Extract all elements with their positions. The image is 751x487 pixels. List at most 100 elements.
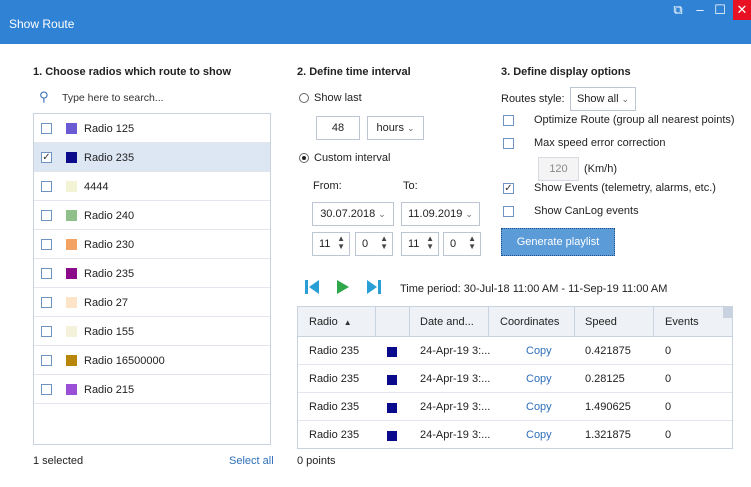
scroll-up-icon[interactable] — [723, 307, 732, 318]
minimize-button[interactable]: – — [693, 2, 707, 18]
copy-link[interactable]: Copy — [526, 429, 552, 441]
route-table[interactable]: Radio ▲ Date and... Coordinates Speed Eve… — [297, 306, 733, 449]
show-last-radio[interactable] — [299, 93, 309, 103]
play-icon[interactable] — [335, 278, 351, 296]
column-header-coordinates[interactable]: Coordinates — [500, 316, 559, 328]
radio-checkbox[interactable] — [41, 123, 52, 134]
routes-style-dropdown[interactable]: Show all ⌄ — [570, 87, 636, 111]
show-last-input[interactable]: 48 — [316, 116, 360, 140]
custom-interval-label: Custom interval — [314, 152, 391, 164]
unit-dropdown-value: hours ⌄ — [368, 122, 423, 134]
radio-checkbox[interactable] — [41, 297, 52, 308]
radio-name: Radio 27 — [84, 297, 129, 309]
maximize-button[interactable]: ☐ — [713, 2, 727, 18]
copy-link[interactable]: Copy — [526, 345, 552, 357]
list-item[interactable]: Radio 235 — [34, 259, 270, 288]
from-hour-stepper[interactable]: 11 ▲ ▼ — [312, 232, 350, 256]
sort-up-icon: ▲ — [343, 318, 352, 327]
list-item[interactable]: Radio 230 — [34, 230, 270, 259]
custom-interval-radio[interactable] — [299, 153, 309, 163]
stepper-arrows-icon[interactable]: ▲ ▼ — [337, 235, 345, 251]
list-item[interactable]: 4444 — [34, 172, 270, 201]
show-canlog-checkbox[interactable] — [503, 206, 514, 217]
cell-radio: Radio 235 — [309, 401, 360, 413]
cell-radio: Radio 235 — [309, 373, 360, 385]
column-header-events[interactable]: Events — [665, 316, 699, 328]
column-header-speed[interactable]: Speed — [585, 316, 617, 328]
to-minute-stepper[interactable]: 0 ▲ ▼ — [443, 232, 481, 256]
stepper-arrows-icon[interactable]: ▲ ▼ — [426, 235, 434, 251]
radio-checkbox[interactable] — [41, 326, 52, 337]
list-item[interactable]: Radio 155 — [34, 317, 270, 346]
radio-checkbox[interactable] — [41, 384, 52, 395]
generate-playlist-button[interactable]: Generate playlist — [501, 228, 615, 256]
window-title: Show Route — [9, 17, 75, 31]
to-date-value: 11.09.2019 — [408, 208, 463, 220]
color-swatch — [66, 152, 77, 163]
color-swatch — [387, 347, 397, 357]
list-item[interactable]: Radio 27 — [34, 288, 270, 317]
radio-checkbox[interactable] — [41, 268, 52, 279]
to-hour-stepper[interactable]: 11 ▲ ▼ — [401, 232, 439, 256]
radio-checkbox[interactable] — [41, 239, 52, 250]
cell-events: 0 — [665, 401, 672, 413]
from-label: From: — [313, 180, 342, 192]
max-speed-input[interactable]: 120 — [538, 157, 579, 181]
skip-back-icon[interactable] — [304, 278, 320, 296]
cell-speed: 1.321875 — [585, 429, 631, 441]
column-header-date[interactable]: Date and... — [420, 316, 474, 328]
table-row[interactable]: Radio 235 24-Apr-19 3:... Copy 0.28125 0 — [298, 365, 732, 393]
chevron-down-icon: ⌄ — [465, 209, 473, 219]
stepper-arrows-icon[interactable]: ▲ ▼ — [380, 235, 388, 251]
list-item[interactable]: ✓ Radio 235 — [34, 143, 270, 172]
stepper-arrows-icon[interactable]: ▲ ▼ — [468, 235, 476, 251]
optimize-route-checkbox[interactable] — [503, 115, 514, 126]
from-date-picker[interactable]: 30.07.2018 ⌄ — [312, 202, 394, 226]
table-row[interactable]: Radio 235 24-Apr-19 3:... Copy 0.421875 0 — [298, 337, 732, 365]
close-button[interactable]: ✕ — [733, 0, 751, 20]
to-date-display: 11.09.2019 ⌄ — [402, 208, 479, 220]
skip-forward-icon[interactable] — [366, 278, 382, 296]
select-all-link[interactable]: Select all — [229, 455, 274, 467]
color-swatch — [66, 239, 77, 250]
radio-search[interactable]: ⚲ Type here to search... — [36, 89, 268, 107]
show-events-checkbox[interactable]: ✓ — [503, 183, 514, 194]
radio-checkbox[interactable] — [41, 355, 52, 366]
from-minute-stepper[interactable]: 0 ▲ ▼ — [355, 232, 393, 256]
show-last-label: Show last — [314, 92, 362, 104]
column-radio-label: Radio — [309, 316, 338, 328]
color-swatch — [66, 268, 77, 279]
max-speed-checkbox[interactable] — [503, 138, 514, 149]
copy-link[interactable]: Copy — [526, 401, 552, 413]
list-item[interactable]: Radio 240 — [34, 201, 270, 230]
time-period-text: Time period: 30-Jul-18 11:00 AM - 11-Sep… — [400, 283, 668, 295]
table-header: Radio ▲ Date and... Coordinates Speed Eve… — [298, 307, 732, 337]
section2-heading: 2. Define time interval — [297, 66, 411, 78]
radio-checkbox[interactable] — [41, 181, 52, 192]
selected-count: 1 selected — [33, 455, 84, 467]
show-events-label: Show Events (telemetry, alarms, etc.) — [534, 182, 716, 194]
color-swatch — [66, 297, 77, 308]
table-row[interactable]: Radio 235 24-Apr-19 3:... Copy 1.321875 0 — [298, 421, 732, 448]
search-input[interactable]: Type here to search... — [62, 92, 164, 104]
popout-icon[interactable]: ⧉ — [671, 2, 685, 18]
color-swatch — [387, 431, 397, 441]
routes-style-value: Show all — [576, 93, 619, 105]
list-item[interactable]: Radio 16500000 — [34, 346, 270, 375]
radio-checkbox[interactable]: ✓ — [41, 152, 52, 163]
radio-name: 4444 — [84, 181, 109, 193]
to-date-picker[interactable]: 11.09.2019 ⌄ — [401, 202, 480, 226]
color-swatch — [66, 123, 77, 134]
unit-dropdown[interactable]: hours ⌄ — [367, 116, 424, 140]
list-item[interactable]: Radio 125 — [34, 114, 270, 143]
color-swatch — [66, 210, 77, 221]
radio-name: Radio 16500000 — [84, 355, 165, 367]
copy-link[interactable]: Copy — [526, 373, 552, 385]
cell-speed: 0.28125 — [585, 373, 625, 385]
radio-name: Radio 235 — [84, 152, 135, 164]
column-header-radio[interactable]: Radio ▲ — [309, 316, 352, 328]
radio-list[interactable]: Radio 125 ✓ Radio 235 4444 Radio 240 Radio 23… — [33, 113, 271, 445]
table-row[interactable]: Radio 235 24-Apr-19 3:... Copy 1.490625 0 — [298, 393, 732, 421]
list-item[interactable]: Radio 215 — [34, 375, 270, 404]
radio-checkbox[interactable] — [41, 210, 52, 221]
